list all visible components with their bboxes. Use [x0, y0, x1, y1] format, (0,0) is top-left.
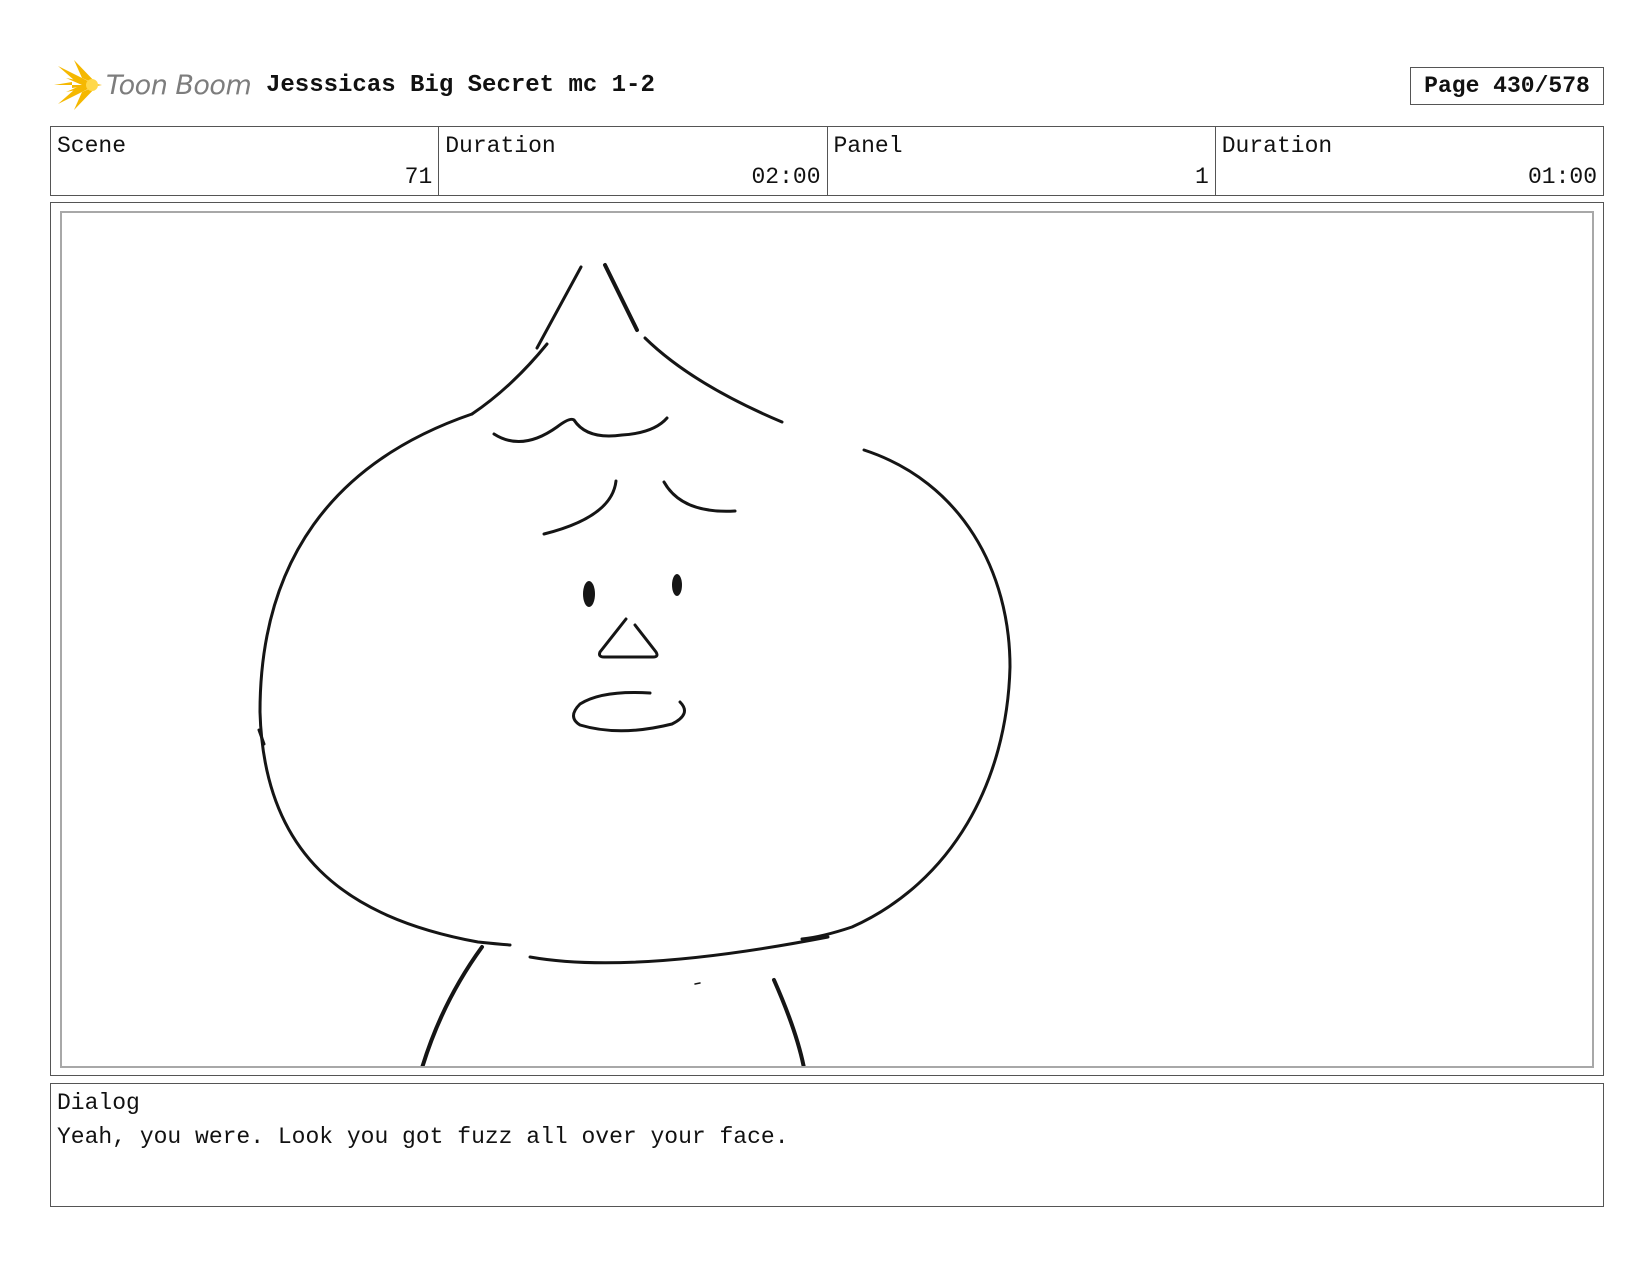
logo-text: Toon Boom: [106, 69, 252, 101]
starburst-icon: [54, 60, 102, 110]
document-title: Jesssicas Big Secret mc 1-2: [266, 72, 655, 99]
scene-duration-value: 02:00: [751, 164, 821, 190]
scene-duration-cell: Duration 02:00: [439, 127, 828, 195]
scene-value: 71: [404, 164, 433, 190]
panel-value: 1: [1194, 164, 1209, 190]
panel-label: Panel: [833, 133, 903, 159]
storyboard-panel: [60, 211, 1594, 1068]
dialog-text: Yeah, you were. Look you got fuzz all ov…: [57, 1124, 789, 1150]
dialog-box: Dialog Yeah, you were. Look you got fuzz…: [50, 1083, 1604, 1207]
toon-boom-logo: Toon Boom: [52, 58, 252, 112]
page-number: Page 430/578: [1410, 67, 1604, 105]
panel-duration-cell: Duration 01:00: [1216, 127, 1603, 195]
panel-cell: Panel 1: [828, 127, 1216, 195]
info-table: Scene 71 Duration 02:00 Panel 1 Duration…: [50, 126, 1604, 196]
panel-duration-label: Duration: [1221, 133, 1333, 159]
panel-duration-value: 01:00: [1527, 164, 1597, 190]
dialog-label: Dialog: [57, 1090, 140, 1116]
scene-duration-label: Duration: [445, 133, 556, 159]
scene-cell: Scene 71: [51, 127, 440, 195]
character-sketch: [257, 263, 1012, 1066]
scene-label: Scene: [57, 133, 127, 159]
